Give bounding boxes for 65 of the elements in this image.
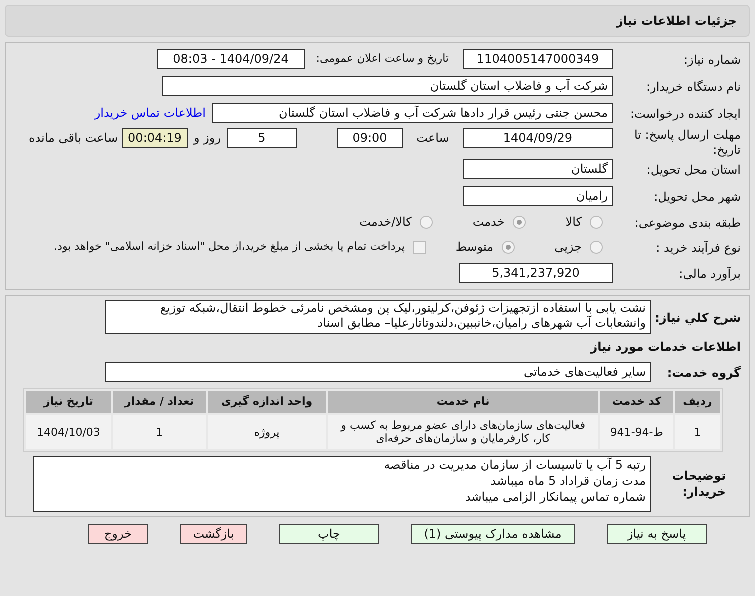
buyer-contact-link[interactable]: اطلاعات تماس خریدار	[94, 104, 206, 122]
province-field: گلستان	[463, 159, 613, 179]
section-heading: اطلاعات خدمات مورد نیاز	[589, 339, 741, 356]
note-line: رتبه 5 آب یا تاسیسات از سازمان مدیریت در مناقصه	[383, 457, 646, 473]
field-label: طبقه بندی موضوعی:	[634, 216, 741, 230]
column-header: تعداد / مقدار	[113, 391, 206, 413]
checkbox[interactable]	[412, 240, 426, 254]
remaining-time-field: 00:04:19	[122, 128, 188, 148]
table-cell: فعالیت‌های سازمان‌های دارای عضو مربوط به کسب و کار، کارفرمایان و سازمان‌های حرفه‌ای	[328, 415, 598, 449]
table-cell: ط-94-941	[600, 415, 674, 449]
field-label: برآورد مالی:	[679, 267, 741, 281]
description-textarea[interactable]: نشت یابی با استفاده ازتجهیزات ژئوفن،کرلیتور،لیک پن ومشخص نامرئی خطوط انتقال،شبکه توزیع وانشعابات آب شهرهای رامیان،خانببین،دلندوتاتارعلیا– مطابق اسناد	[105, 300, 651, 334]
need-number-field: 1104005147000349	[463, 49, 613, 69]
field-label: نوع فرآیند خرید :	[656, 241, 741, 255]
table-cell: 1404/10/03	[26, 415, 112, 449]
field-label: نام دستگاه خریدار:	[646, 80, 741, 94]
field-label: روز و	[192, 130, 222, 147]
field-label: استان محل تحویل:	[646, 163, 741, 177]
payment-note: پرداخت تمام یا بخشی از مبلغ خرید،از محل "اسناد خزانه اسلامی" خواهد بود.	[54, 238, 405, 255]
field-label: ساعت باقی مانده	[28, 130, 119, 147]
column-header: ردیف	[675, 391, 720, 413]
radio-label: جزیی	[554, 239, 582, 256]
field-label: شماره نیاز:	[684, 53, 741, 67]
deadline-time-field: 09:00	[337, 128, 403, 148]
note-line: مدت زمان قراداد 5 ماه میباشد	[490, 473, 646, 489]
field-label: تاریخ و ساعت اعلان عمومی:	[315, 50, 450, 67]
table-cell: پروژه	[208, 415, 326, 449]
field-label: شرح کلي نیاز:	[655, 311, 741, 325]
column-header: کد خدمت	[600, 391, 674, 413]
radio-button[interactable]	[502, 240, 515, 254]
page-title: جزئیات اطلاعات نیاز	[616, 13, 737, 30]
table-cell: 1	[113, 415, 206, 449]
action-button[interactable]: مشاهده مدارک پیوستی (1)	[411, 524, 575, 544]
field-label: گروه خدمت:	[667, 366, 741, 380]
action-button[interactable]: خروج	[88, 524, 148, 544]
column-header: نام خدمت	[328, 391, 598, 413]
field-label: مهلت ارسال پاسخ: تا تاریخ:	[633, 128, 741, 158]
days-field: 5	[227, 128, 297, 148]
budget-field: 5,341,237,920	[459, 263, 613, 283]
action-button[interactable]: بازگشت	[180, 524, 248, 544]
radio-button[interactable]	[590, 216, 603, 228]
radio-button[interactable]	[420, 216, 433, 228]
radio-label: کالا/خدمت	[360, 214, 412, 231]
announce-date-field: 1404/09/24 - 08:03	[157, 49, 305, 69]
note-line: شماره تماس پیمانکار الزامی میباشد	[464, 489, 646, 505]
radio-label: خدمت	[472, 214, 505, 231]
deadline-date-field: 1404/09/29	[463, 128, 613, 148]
action-button[interactable]: چاپ	[279, 524, 380, 544]
radio-button[interactable]	[512, 216, 526, 228]
city-field: رامیان	[463, 186, 613, 206]
radio-label: متوسط	[456, 239, 494, 256]
action-button[interactable]: پاسخ به نیاز	[606, 524, 707, 544]
radio-label: کالا	[566, 214, 582, 231]
field-label: شهر محل تحویل:	[654, 190, 741, 204]
column-header: واحد اندازه گیری	[208, 391, 326, 413]
table-cell: 1	[675, 415, 720, 449]
buyer-notes-textarea[interactable]: رتبه 5 آب یا تاسیسات از سازمان مدیریت در مناقصه مدت زمان قراداد 5 ماه میباشد شماره تماس پیمانکار الزامی میباشد	[33, 456, 651, 512]
service-group-field: سایر فعالیت‌های خدماتی	[105, 362, 651, 382]
creator-field: محسن جنتی رئیس قرار دادها شرکت آب و فاضلاب استان گلستان	[212, 103, 613, 123]
buyer-field: شرکت آب و فاضلاب استان گلستان	[162, 76, 613, 96]
field-label: ساعت	[416, 130, 450, 147]
radio-button[interactable]	[590, 240, 603, 254]
field-label: ایجاد کننده درخواست:	[630, 107, 741, 121]
column-header: تاریخ نیاز	[26, 391, 112, 413]
field-label: توضیحات خریدار:	[671, 468, 726, 500]
